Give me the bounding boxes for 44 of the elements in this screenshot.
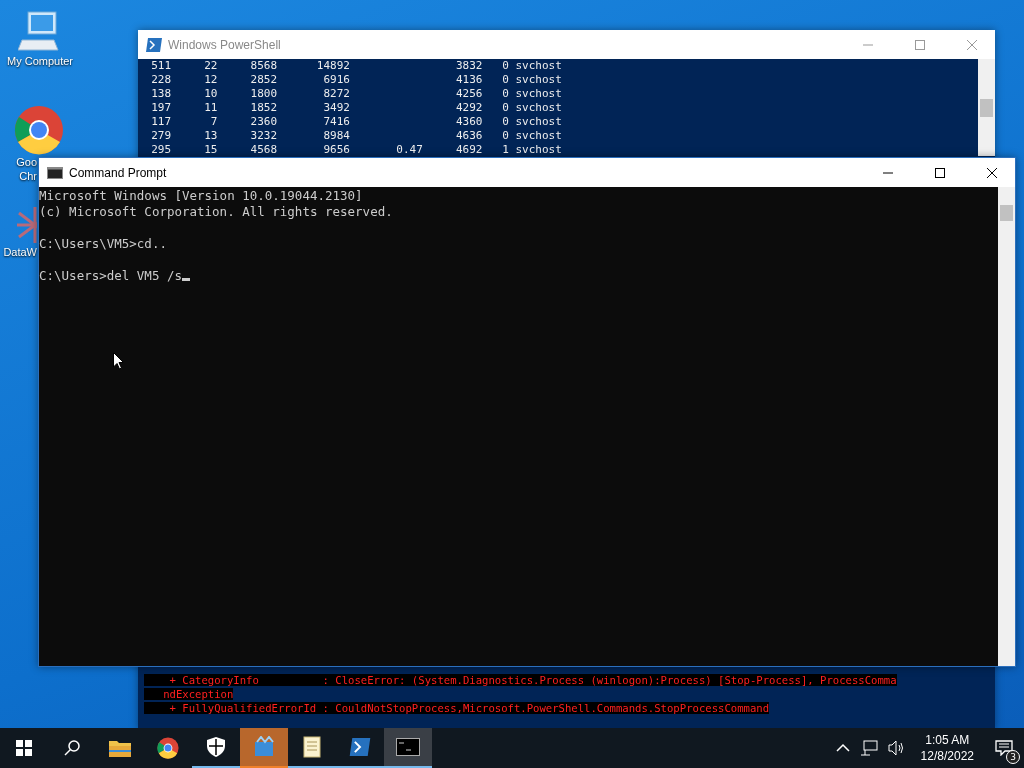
notepad-icon — [303, 736, 321, 758]
computer-icon[interactable] — [18, 10, 62, 54]
maximize-icon[interactable] — [934, 166, 946, 179]
desktop-icon-label[interactable]: Goo — [16, 155, 37, 169]
console-icon — [396, 738, 420, 756]
console-line: (c) Microsoft Corporation. All rights reserved. — [39, 204, 393, 220]
scrollbar[interactable] — [978, 59, 995, 156]
process-row-text: 279 13 3232 8984 4636 0 svchost — [150, 129, 563, 143]
console-line: C:\Users\VM5>cd.. — [39, 236, 167, 252]
console-line: C:\Users>del VM5 /s — [39, 268, 182, 284]
mouse-pointer-icon — [113, 352, 124, 370]
close-icon[interactable] — [986, 166, 998, 179]
chrome-icon — [157, 737, 179, 759]
process-row-text: 138 10 1800 8272 4256 0 svchost — [150, 87, 563, 101]
chevron-up-icon[interactable] — [835, 743, 850, 753]
taskbar-app[interactable] — [384, 728, 432, 768]
grid-app-icon — [253, 736, 275, 758]
powershell-icon — [349, 738, 371, 756]
window-title: Windows PowerShell — [168, 37, 281, 52]
volume-icon[interactable] — [887, 740, 906, 756]
console-icon — [47, 166, 63, 179]
chrome-icon[interactable] — [14, 105, 64, 155]
windows-start-icon[interactable] — [16, 740, 32, 756]
scrollbar[interactable] — [998, 187, 1015, 666]
process-row-text: 117 7 2360 7416 4360 0 svchost — [150, 115, 563, 129]
text-cursor — [182, 278, 190, 281]
desktop-icon-label[interactable]: My Computer — [7, 54, 73, 68]
folder-icon — [109, 739, 131, 757]
network-icon[interactable] — [859, 740, 878, 756]
console-line: Microsoft Windows [Version 10.0.19044.2130] — [39, 188, 363, 204]
process-row-text: 197 11 1852 3492 4292 0 svchost — [150, 101, 563, 115]
notification-count: 3 — [1006, 750, 1020, 764]
process-row-text: 511 22 8568 14892 3832 0 svchost — [150, 59, 563, 73]
desktop-icon-label[interactable]: DataW — [3, 245, 37, 259]
notification-icon[interactable] — [995, 740, 1013, 756]
clock-time[interactable]: 1:05 AM — [925, 732, 970, 748]
search-icon[interactable] — [64, 740, 80, 756]
clock-date[interactable]: 12/8/2022 — [920, 748, 974, 764]
process-row-text: 228 12 2852 6916 4136 0 svchost — [150, 73, 563, 87]
window-title: Command Prompt — [69, 165, 167, 180]
desktop-icon-label[interactable]: Chr — [19, 169, 37, 183]
shield-icon — [207, 737, 225, 757]
powershell-icon — [146, 37, 162, 52]
process-row-text: 295 15 4568 9656 0.47 4692 1 svchost — [150, 143, 563, 157]
